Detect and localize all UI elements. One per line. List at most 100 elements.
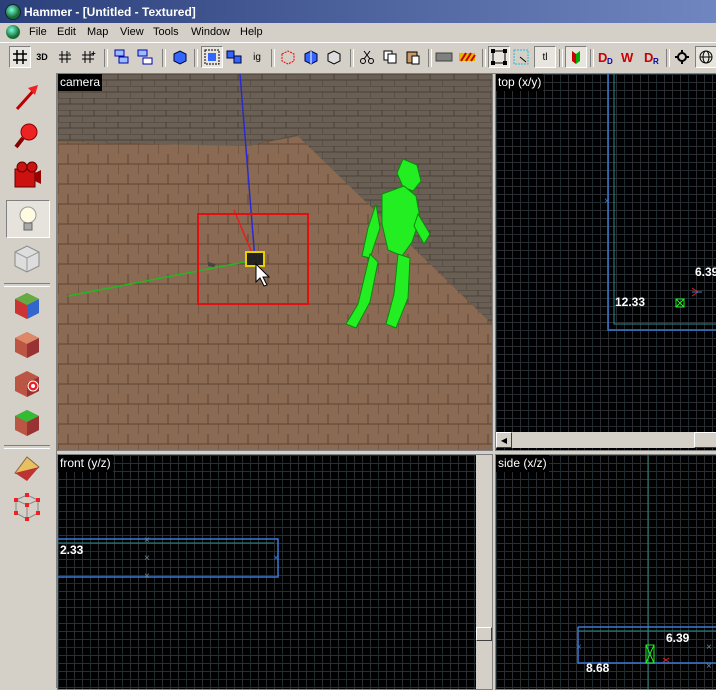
gear-icon: [675, 50, 689, 64]
top-view-geometry: ×: [604, 74, 716, 331]
toggle-models-button[interactable]: [565, 46, 587, 68]
gray-block-icon: [435, 52, 453, 62]
side-viewport[interactable]: side (x/z) × × × 6.39 8.68: [495, 454, 716, 690]
overlay-cube-icon: [15, 410, 39, 436]
front-coord: 2.33: [60, 543, 84, 557]
menu-map[interactable]: Map: [87, 26, 108, 38]
scroll-left-button[interactable]: ◀: [496, 432, 512, 448]
apply-current-texture-tool[interactable]: [6, 326, 48, 362]
lightbulb-icon: [19, 206, 37, 231]
vertex-tool[interactable]: [6, 488, 48, 524]
side-view-label[interactable]: side (x/z): [496, 455, 549, 472]
clip-wedge-icon: [14, 456, 40, 481]
entity-report-button[interactable]: [672, 47, 692, 67]
compile-rad-button[interactable]: DR: [642, 47, 662, 67]
front-scroll-thumb[interactable]: [476, 627, 492, 641]
side-view-geometry: × × ×: [576, 455, 716, 689]
svg-text:-: -: [68, 50, 71, 57]
toggle-3d-grid-button[interactable]: 3D: [32, 47, 52, 67]
group-button[interactable]: [112, 47, 132, 67]
overlay-tool[interactable]: [6, 404, 48, 440]
block-icon: [14, 245, 40, 273]
svg-text:W: W: [621, 50, 634, 65]
compile-map-button[interactable]: DD: [596, 47, 616, 67]
block-tool[interactable]: [6, 240, 48, 276]
front-view-geometry: × × × ×: [58, 535, 279, 582]
grid-icon: [13, 50, 27, 64]
compile-rad-icon: DR: [644, 50, 659, 66]
select-by-center-button[interactable]: [511, 47, 531, 67]
menu-bar: File Edit Map View Tools Window Help: [0, 23, 716, 42]
paste-button[interactable]: [403, 47, 423, 67]
cube-outline-icon: [327, 50, 341, 65]
clipping-tool[interactable]: [6, 449, 48, 485]
selection-handles-button[interactable]: [488, 46, 510, 68]
magnify-tool[interactable]: [6, 118, 48, 154]
menu-tools[interactable]: Tools: [153, 26, 179, 38]
copy-button[interactable]: [380, 47, 400, 67]
camera-view-label[interactable]: camera: [58, 74, 103, 91]
texture-application-tool[interactable]: [6, 287, 48, 323]
svg-text:×: ×: [706, 642, 712, 653]
svg-text:+: +: [91, 49, 96, 58]
magnifier-icon: [14, 123, 38, 149]
camera-tool[interactable]: [6, 157, 48, 193]
front-viewport[interactable]: front (y/z) × × × × 2.33: [57, 454, 493, 690]
hammer-app-icon[interactable]: [5, 4, 21, 20]
scroll-thumb[interactable]: [694, 432, 716, 448]
svg-text:×: ×: [706, 661, 712, 672]
compile-vis-icon: W: [621, 50, 634, 65]
solid-render-button[interactable]: [434, 47, 454, 67]
handles-icon: [491, 49, 507, 65]
ignore-groups-button[interactable]: ig: [247, 47, 267, 67]
larger-grid-button[interactable]: +: [78, 47, 98, 67]
scissors-icon: [360, 50, 374, 64]
main-toolbar: 3D - + ig tl D D W D R: [0, 42, 716, 74]
selection-tool[interactable]: [6, 79, 48, 115]
selected-entity[interactable]: [245, 251, 265, 267]
hazard-toggle-button[interactable]: [457, 47, 477, 67]
camera-viewport[interactable]: camera: [57, 73, 493, 451]
top-coord-y: 6.39: [695, 265, 716, 279]
toggle-grid-button[interactable]: [9, 46, 31, 68]
top-viewport[interactable]: top (x/y) × 6.39 12.33 ◀: [495, 73, 716, 451]
svg-text:×: ×: [144, 571, 150, 582]
menu-file[interactable]: File: [29, 26, 47, 38]
svg-text:D: D: [598, 50, 607, 65]
compile-vis-button[interactable]: W: [619, 47, 639, 67]
camera-scene: [58, 74, 492, 450]
center-select-icon: [513, 49, 529, 65]
cut-button[interactable]: [357, 47, 377, 67]
menu-window[interactable]: Window: [191, 26, 230, 38]
group-icon: [114, 49, 129, 64]
cube-blue-icon: [173, 50, 187, 65]
carve-button[interactable]: [278, 47, 298, 67]
texture-lock-toggle-button[interactable]: tl: [534, 46, 556, 68]
apply-decals-tool[interactable]: [6, 365, 48, 401]
grid-large-icon: +: [82, 49, 96, 63]
ungroup-button[interactable]: [135, 47, 155, 67]
texture-lock-label: tl: [542, 51, 548, 63]
document-icon[interactable]: [6, 25, 20, 39]
top-horizontal-scrollbar[interactable]: ◀: [496, 432, 716, 448]
svg-text:×: ×: [144, 553, 150, 564]
hide-items-button[interactable]: [170, 47, 190, 67]
show-helpers-button[interactable]: [695, 46, 716, 68]
texture-lock-button[interactable]: [224, 47, 244, 67]
tool-palette: [0, 73, 57, 688]
copy-icon: [383, 50, 397, 64]
menu-view[interactable]: View: [120, 26, 144, 38]
pointer-arrow-icon: [15, 85, 38, 111]
sphere-icon: [699, 50, 713, 64]
menu-edit[interactable]: Edit: [57, 26, 76, 38]
menu-help[interactable]: Help: [240, 26, 263, 38]
hollow-button[interactable]: [301, 47, 321, 67]
tie-to-entity-button[interactable]: [324, 47, 344, 67]
smaller-grid-button[interactable]: -: [55, 47, 75, 67]
entity-tool[interactable]: [6, 200, 50, 238]
front-vertical-scrollbar[interactable]: [476, 455, 492, 689]
top-view-label[interactable]: top (x/y): [496, 74, 544, 91]
autoselect-button[interactable]: [201, 46, 223, 68]
front-view-label[interactable]: front (y/z): [58, 455, 113, 472]
selection-box-icon: [204, 49, 220, 65]
